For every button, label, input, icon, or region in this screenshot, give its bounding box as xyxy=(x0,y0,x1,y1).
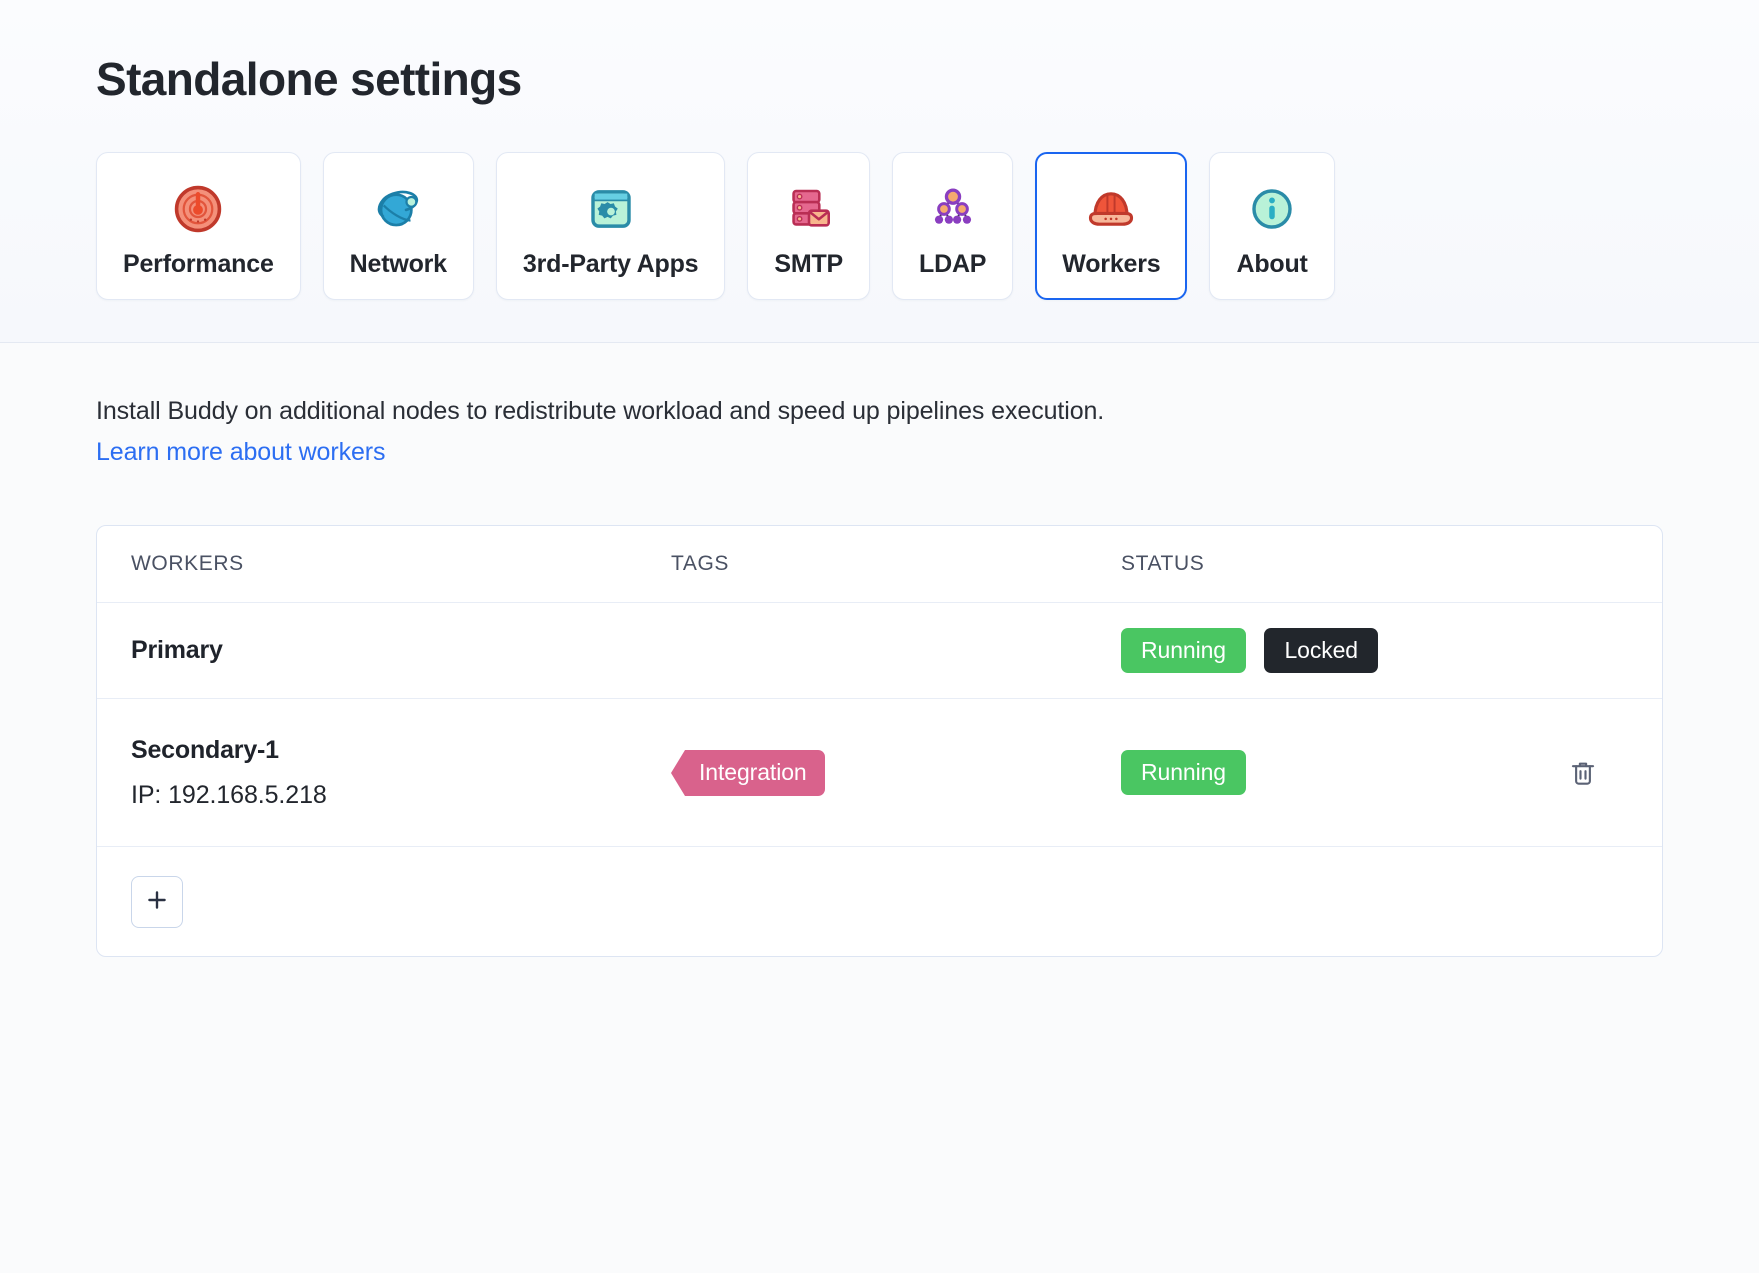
server-mail-icon xyxy=(781,181,837,237)
tab-label: Performance xyxy=(123,250,274,279)
tab-label: About xyxy=(1236,250,1307,279)
tab-workers[interactable]: Workers xyxy=(1035,152,1187,300)
tab-label: 3rd-Party Apps xyxy=(523,250,698,279)
table-add-row xyxy=(97,846,1662,956)
tab-performance[interactable]: Performance xyxy=(96,152,301,300)
tags-cell: Integration xyxy=(671,750,1121,796)
tab-network[interactable]: Network xyxy=(323,152,474,300)
worker-tag[interactable]: Integration xyxy=(685,750,825,796)
settings-header: Standalone settings Performance xyxy=(0,0,1759,343)
planet-icon xyxy=(370,181,426,237)
worker-name: Primary xyxy=(131,636,671,665)
worker-cell: Secondary-1 IP: 192.168.5.218 xyxy=(131,736,671,810)
workers-content: Install Buddy on additional nodes to red… xyxy=(0,343,1759,957)
worker-cell: Primary xyxy=(131,636,671,665)
status-badge-running: Running xyxy=(1121,628,1246,673)
column-header-status: STATUS xyxy=(1121,552,1538,576)
tab-label: Workers xyxy=(1062,250,1160,279)
table-header-row: WORKERS TAGS STATUS xyxy=(97,526,1662,602)
info-circle-icon xyxy=(1244,181,1300,237)
tab-label: SMTP xyxy=(774,250,843,279)
tab-about[interactable]: About xyxy=(1209,152,1334,300)
workers-table: WORKERS TAGS STATUS Primary Running Lock… xyxy=(96,525,1663,957)
column-header-tags: TAGS xyxy=(671,552,1121,576)
worker-name: Secondary-1 xyxy=(131,736,671,765)
node-tree-icon xyxy=(925,181,981,237)
tab-ldap[interactable]: LDAP xyxy=(892,152,1013,300)
learn-more-link[interactable]: Learn more about workers xyxy=(96,438,385,467)
tab-smtp[interactable]: SMTP xyxy=(747,152,870,300)
status-badge-running: Running xyxy=(1121,750,1246,795)
delete-worker-button[interactable] xyxy=(1562,752,1604,794)
app-window-gear-icon xyxy=(583,181,639,237)
tab-label: Network xyxy=(350,250,447,279)
settings-tab-bar: Performance Network xyxy=(0,106,1759,300)
plus-icon xyxy=(144,887,170,916)
hard-hat-icon xyxy=(1083,181,1139,237)
status-cell: Running Locked xyxy=(1121,628,1538,673)
add-worker-button[interactable] xyxy=(131,876,183,928)
row-actions xyxy=(1538,752,1628,794)
workers-description: Install Buddy on additional nodes to red… xyxy=(96,397,1759,426)
table-row[interactable]: Secondary-1 IP: 192.168.5.218 Integratio… xyxy=(97,698,1662,846)
page-title: Standalone settings xyxy=(0,0,1759,106)
status-badge-locked: Locked xyxy=(1264,628,1378,673)
status-cell: Running xyxy=(1121,750,1538,795)
gauge-icon xyxy=(170,181,226,237)
column-header-workers: WORKERS xyxy=(131,552,671,576)
table-row[interactable]: Primary Running Locked xyxy=(97,602,1662,698)
tab-label: LDAP xyxy=(919,250,986,279)
tab-3rd-party-apps[interactable]: 3rd-Party Apps xyxy=(496,152,725,300)
trash-icon xyxy=(1568,776,1598,791)
worker-ip: IP: 192.168.5.218 xyxy=(131,781,671,810)
